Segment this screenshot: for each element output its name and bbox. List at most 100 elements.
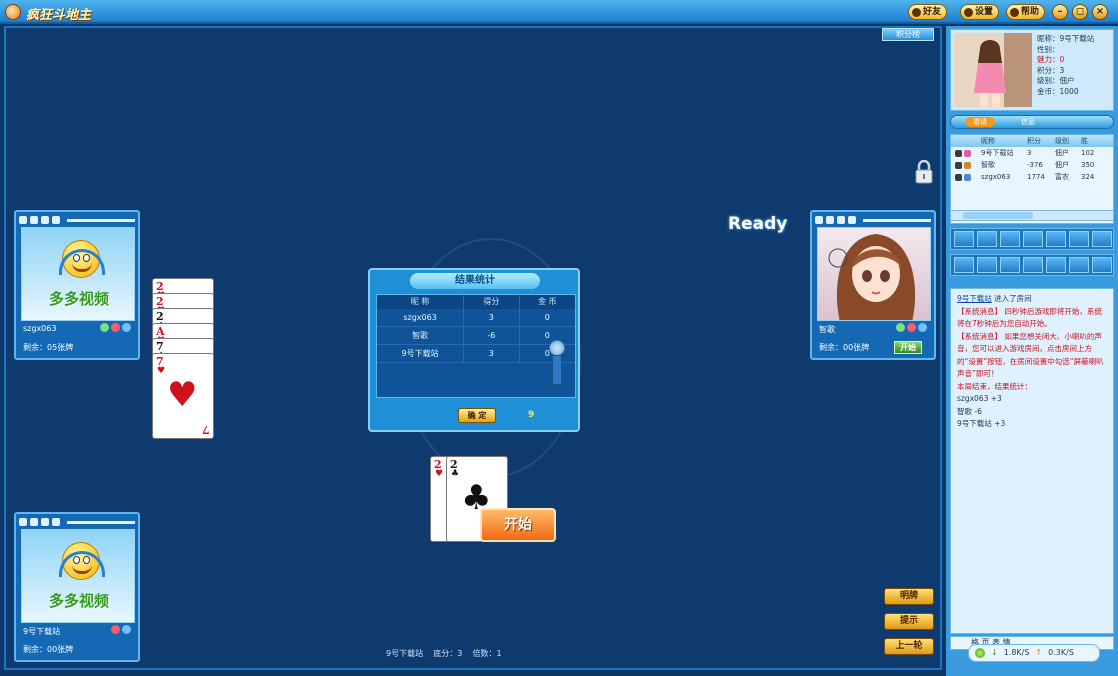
- mic-icon[interactable]: [41, 518, 49, 526]
- mic-icon[interactable]: [837, 216, 845, 224]
- col-nickname[interactable]: 昵称: [981, 135, 1027, 147]
- user-icon: [955, 149, 962, 157]
- player-list-scrollbar[interactable]: [950, 210, 1114, 221]
- table-row: 9号下载站 3 0: [377, 345, 575, 363]
- confirm-button[interactable]: 确 定: [458, 408, 496, 423]
- grid-icon[interactable]: [19, 216, 27, 224]
- avatar: 多多视频: [21, 227, 135, 321]
- profile-avatar: [954, 33, 1032, 107]
- player-box-right: 智歌 剩余：00张牌 开始: [810, 210, 936, 360]
- chat-message: 【系统消息】 四秒钟后游戏即将开始，系统将在7秒钟后为您自动开始。: [957, 306, 1102, 329]
- gear-icon: [964, 7, 973, 17]
- video-icon[interactable]: [848, 216, 856, 224]
- countdown: 9: [528, 410, 535, 420]
- show-cards-button[interactable]: 明牌: [884, 588, 934, 605]
- volume-bar[interactable]: [67, 218, 135, 222]
- profile-action-bar: 邀请 信息: [950, 115, 1114, 129]
- page-tab[interactable]: [1046, 257, 1066, 273]
- lock-icon[interactable]: [914, 160, 934, 184]
- chat-username-link[interactable]: 9号下载站: [957, 294, 992, 303]
- chat-message: szgx063 +3: [957, 394, 1002, 403]
- grid-icon[interactable]: [815, 216, 823, 224]
- close-button[interactable]: ×: [1092, 4, 1108, 20]
- player-start-button[interactable]: 开始: [894, 341, 922, 354]
- page-tab[interactable]: [1000, 257, 1020, 273]
- status-icon: [100, 323, 109, 332]
- video-icon[interactable]: [52, 216, 60, 224]
- camera-icon[interactable]: [30, 216, 38, 224]
- start-button[interactable]: 开始: [480, 508, 556, 542]
- table-header: 昵 称 得分 金 币: [377, 295, 575, 309]
- tool-slot[interactable]: [1000, 231, 1020, 247]
- page-tab[interactable]: [1023, 257, 1043, 273]
- upload-arrow-icon: ↑: [1035, 648, 1043, 657]
- profile-gender: 性别：: [1037, 44, 1060, 54]
- tool-slot[interactable]: [1046, 231, 1066, 247]
- page-tab[interactable]: [977, 257, 997, 273]
- mic-icon[interactable]: [41, 216, 49, 224]
- list-item[interactable]: 9号下载站 3 佃户 102: [951, 147, 1113, 159]
- tool-slot[interactable]: [1069, 231, 1089, 247]
- gift-icon[interactable]: [111, 323, 120, 332]
- info-icon[interactable]: [122, 323, 131, 332]
- dialog-title: 结果统计: [410, 273, 540, 289]
- side-panel: 昵称：9号下载站 性别： 魅力：0 积分：3 级别：佃户 金币：1000 邀请 …: [946, 26, 1118, 676]
- chat-message: 进入了房间: [991, 294, 1032, 303]
- list-item[interactable]: szgx063 1774 富农 324: [951, 171, 1113, 183]
- info-icon[interactable]: [122, 625, 131, 634]
- popcorn-icon[interactable]: [954, 231, 974, 247]
- umbrella-icon[interactable]: [954, 257, 974, 273]
- last-round-button[interactable]: 上一轮: [884, 638, 934, 655]
- camera-icon[interactable]: [826, 216, 834, 224]
- header-coins: 金 币: [538, 297, 557, 306]
- upload-speed: 0.3K/S: [1048, 648, 1074, 657]
- col-wins[interactable]: 胜: [1081, 135, 1103, 147]
- network-speed: ↓ 1.8K/S ↑ 0.3K/S: [968, 644, 1100, 662]
- volume-bar[interactable]: [863, 218, 931, 222]
- chat-log[interactable]: 9号下载站 进入了房间【系统消息】 四秒钟后游戏即将开始，系统将在7秒钟后为您自…: [950, 288, 1114, 634]
- camera-icon[interactable]: [30, 518, 38, 526]
- settlement-dialog: 结果统计 昵 称 得分 金 币 szgx063 3 0 智歌 -6 0 9号下载…: [368, 268, 580, 432]
- col-points[interactable]: 积分: [1027, 135, 1055, 147]
- ribbon-icon: [552, 355, 562, 385]
- grid-icon[interactable]: [19, 518, 27, 526]
- avatar: [817, 227, 931, 321]
- download-speed: 1.8K/S: [1003, 648, 1030, 657]
- tool-slot[interactable]: [977, 231, 997, 247]
- info-tab[interactable]: 信息: [1021, 117, 1035, 127]
- page-toolbar: [950, 254, 1114, 276]
- leaderboard-button[interactable]: 积分榜: [882, 28, 934, 41]
- app-logo-icon: [5, 4, 21, 20]
- gift-icon[interactable]: [907, 323, 916, 332]
- status-line: 9号下载站 底分：3 倍数：1: [386, 648, 502, 659]
- video-icon[interactable]: [52, 518, 60, 526]
- table-row: 智歌 -6 0: [377, 327, 575, 345]
- list-item[interactable]: 智歌 -376 佃户 350: [951, 159, 1113, 171]
- profile-info: 昵称：9号下载站 性别： 魅力：0 积分：3 级别：佃户 金币：1000: [1037, 34, 1094, 97]
- scrollbar-thumb[interactable]: [963, 212, 1033, 219]
- tool-slot[interactable]: [1092, 231, 1112, 247]
- col-level[interactable]: 级别: [1055, 135, 1081, 147]
- results-table: 昵 称 得分 金 币 szgx063 3 0 智歌 -6 0 9号下载站 3 0: [376, 294, 576, 398]
- invite-button[interactable]: 邀请: [965, 117, 995, 127]
- maximize-button[interactable]: ◻: [1072, 4, 1088, 20]
- user-icon: [955, 161, 962, 169]
- player-toolbar: [19, 215, 135, 225]
- chat-message: 本局结束，结果统计：: [957, 381, 1032, 391]
- info-icon[interactable]: [918, 323, 927, 332]
- avatar: 多多视频: [21, 529, 135, 623]
- volume-bar[interactable]: [67, 520, 135, 524]
- help-button[interactable]: 帮助: [1006, 4, 1046, 20]
- hint-button[interactable]: 提示: [884, 613, 934, 630]
- tool-slot[interactable]: [1023, 231, 1043, 247]
- player-toolbar: [19, 517, 135, 527]
- card-suit: ♣: [451, 469, 460, 479]
- profile-gold: 金币：1000: [1037, 86, 1079, 96]
- friends-button[interactable]: 好友: [908, 4, 948, 20]
- gift-icon[interactable]: [111, 625, 120, 634]
- settings-button[interactable]: 设置: [960, 4, 1000, 20]
- page-tab[interactable]: [1092, 257, 1112, 273]
- playing-card[interactable]: 7 ♥ ♥ 7: [152, 353, 214, 439]
- minimize-button[interactable]: –: [1052, 4, 1068, 20]
- page-tab[interactable]: [1069, 257, 1089, 273]
